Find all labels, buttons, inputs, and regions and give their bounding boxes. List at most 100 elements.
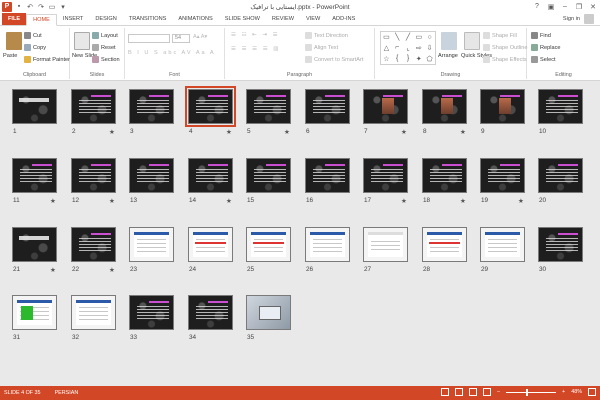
slide-thumbnail[interactable] — [363, 227, 408, 262]
customize-qat-icon[interactable]: ▾ — [59, 3, 67, 11]
shape-effects-button[interactable]: Shape Effects — [483, 56, 527, 63]
tab-insert[interactable]: INSERT — [57, 13, 89, 25]
tab-transitions[interactable]: TRANSITIONS — [123, 13, 173, 25]
align-text-button[interactable]: Align Text — [305, 44, 338, 51]
arrange-icon[interactable] — [441, 32, 457, 50]
animation-star-icon[interactable]: ★ — [460, 128, 466, 136]
undo-icon[interactable]: ↶ — [26, 3, 34, 11]
slide-thumbnail[interactable] — [480, 227, 525, 262]
font-format-buttons[interactable]: B I U S abc AV Aa A — [128, 50, 216, 56]
slide-thumbnail[interactable] — [246, 227, 291, 262]
animation-star-icon[interactable]: ★ — [518, 197, 524, 205]
animation-star-icon[interactable]: ★ — [401, 197, 407, 205]
language-indicator[interactable]: PERSIAN — [55, 390, 79, 396]
slide-thumbnail[interactable] — [188, 227, 233, 262]
reading-view-icon[interactable] — [469, 388, 478, 396]
save-icon[interactable]: ▪ — [15, 3, 23, 11]
slide-thumbnail[interactable] — [188, 295, 233, 330]
redo-icon[interactable]: ↷ — [37, 3, 45, 11]
slide-thumbnail[interactable] — [71, 158, 116, 193]
slide-thumbnail[interactable] — [363, 158, 408, 193]
fit-slide-icon[interactable] — [588, 388, 596, 396]
animation-star-icon[interactable]: ★ — [284, 128, 290, 136]
tab-slide-show[interactable]: SLIDE SHOW — [219, 13, 266, 25]
tab-home[interactable]: HOME — [26, 14, 57, 26]
slideshow-view-icon[interactable] — [483, 388, 492, 396]
tab-view[interactable]: VIEW — [300, 13, 326, 25]
format-painter-button[interactable]: Format Painter — [24, 56, 70, 63]
slide-thumbnail[interactable] — [363, 89, 408, 124]
animation-star-icon[interactable]: ★ — [50, 197, 56, 205]
shape-outline-button[interactable]: Shape Outline — [483, 44, 527, 51]
animation-star-icon[interactable]: ★ — [109, 266, 115, 274]
slide-thumbnail[interactable] — [12, 158, 57, 193]
close-icon[interactable]: ✕ — [586, 0, 600, 13]
animation-star-icon[interactable]: ★ — [401, 128, 407, 136]
help-icon[interactable]: ? — [530, 0, 544, 13]
zoom-slider-thumb[interactable] — [526, 388, 529, 396]
slide-thumbnail[interactable] — [71, 227, 116, 262]
new-slide-icon[interactable] — [74, 32, 90, 50]
slide-thumbnail[interactable] — [71, 89, 116, 124]
font-name-combo[interactable] — [128, 34, 170, 43]
slide-thumbnail[interactable] — [480, 89, 525, 124]
slide-thumbnail[interactable] — [305, 158, 350, 193]
cut-button[interactable]: Cut — [24, 32, 42, 39]
zoom-in-button[interactable]: + — [562, 389, 565, 395]
paste-icon[interactable] — [6, 32, 22, 50]
section-button[interactable]: Section — [92, 56, 120, 63]
restore-icon[interactable]: ❐ — [572, 0, 586, 13]
avatar[interactable] — [584, 14, 594, 24]
slide-thumbnail[interactable] — [12, 295, 57, 330]
slide-thumbnail[interactable] — [538, 227, 583, 262]
font-size-combo[interactable]: 54 — [172, 34, 190, 43]
slide-thumbnail[interactable] — [129, 158, 174, 193]
slide-thumbnail[interactable] — [246, 158, 291, 193]
layout-button[interactable]: Layout — [92, 32, 118, 39]
slide-thumbnail[interactable] — [246, 89, 291, 124]
slide-thumbnail[interactable] — [422, 158, 467, 193]
start-slideshow-icon[interactable]: ▭ — [48, 3, 56, 11]
slide-thumbnail[interactable] — [480, 158, 525, 193]
animation-star-icon[interactable]: ★ — [109, 197, 115, 205]
slide-thumbnail[interactable] — [422, 89, 467, 124]
copy-button[interactable]: Copy — [24, 44, 46, 51]
tab-design[interactable]: DESIGN — [89, 13, 122, 25]
quick-styles-icon[interactable] — [464, 32, 480, 50]
convert-smartart-button[interactable]: Convert to SmartArt — [305, 56, 363, 63]
normal-view-icon[interactable] — [441, 388, 450, 396]
slide-thumbnail[interactable] — [129, 295, 174, 330]
slide-thumbnail[interactable] — [538, 158, 583, 193]
align-buttons[interactable]: ☰ ☰ ☰ ☰ ▥ — [231, 46, 281, 52]
shapes-gallery[interactable]: ▭ ╲ ╱ ▭ ○ △ ⌐ ⌞ ⇨ ⇩ ☆{} ✦ ⬠ — [380, 31, 436, 65]
slide-thumbnail[interactable] — [129, 227, 174, 262]
tab-review[interactable]: REVIEW — [266, 13, 300, 25]
slide-thumbnail[interactable] — [185, 86, 236, 127]
arrange-button[interactable]: Arrange — [438, 53, 458, 59]
find-button[interactable]: Find — [531, 32, 551, 39]
text-direction-button[interactable]: Text Direction — [305, 32, 348, 39]
slide-thumbnail[interactable] — [305, 89, 350, 124]
sign-in-link[interactable]: Sign in — [563, 16, 580, 22]
slide-thumbnail[interactable] — [422, 227, 467, 262]
slide-sorter-view-icon[interactable] — [455, 388, 464, 396]
slide-thumbnail[interactable] — [12, 227, 57, 262]
shape-fill-button[interactable]: Shape Fill — [483, 32, 517, 39]
animation-star-icon[interactable]: ★ — [109, 128, 115, 136]
animation-star-icon[interactable]: ★ — [226, 128, 232, 136]
zoom-level[interactable]: 48% — [571, 389, 582, 395]
slide-thumbnail[interactable] — [129, 89, 174, 124]
minimize-icon[interactable]: – — [558, 0, 572, 13]
tab-add-ins[interactable]: ADD-INS — [326, 13, 361, 25]
zoom-slider[interactable] — [506, 388, 557, 396]
tab-file[interactable]: FILE — [2, 13, 27, 25]
select-button[interactable]: Select — [531, 56, 556, 63]
paste-button[interactable]: Paste — [3, 53, 17, 59]
animation-star-icon[interactable]: ★ — [50, 266, 56, 274]
animation-star-icon[interactable]: ★ — [460, 197, 466, 205]
ribbon-display-icon[interactable]: ▣ — [544, 0, 558, 13]
reset-button[interactable]: Reset — [92, 44, 116, 51]
slide-thumbnail[interactable] — [538, 89, 583, 124]
animation-star-icon[interactable]: ★ — [226, 197, 232, 205]
tab-animations[interactable]: ANIMATIONS — [172, 13, 218, 25]
